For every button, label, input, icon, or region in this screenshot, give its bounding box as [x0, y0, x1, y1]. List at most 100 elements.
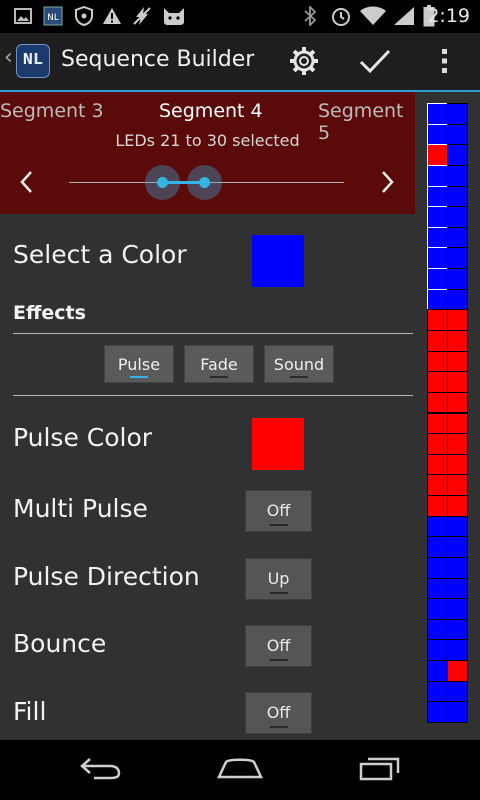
- up-navigation[interactable]: ‹ NL: [0, 33, 56, 90]
- recent-apps-button[interactable]: [352, 752, 408, 788]
- multi-pulse-label: Multi Pulse: [13, 494, 148, 523]
- led-cell: [447, 474, 468, 497]
- next-segment-button[interactable]: [372, 166, 404, 202]
- led-cell: [427, 164, 448, 187]
- led-cell: [427, 412, 448, 435]
- led-strip-preview: [427, 103, 468, 723]
- led-cell: [447, 433, 468, 455]
- range-slider-start-thumb[interactable]: [145, 165, 180, 200]
- led-cell: [427, 206, 448, 228]
- led-cell: [427, 639, 448, 662]
- led-cell: [447, 556, 468, 579]
- shield-icon: [73, 5, 95, 27]
- led-cell: [447, 391, 468, 414]
- led-cell: [427, 391, 448, 414]
- led-cell: [427, 453, 448, 476]
- led-cell: [447, 371, 468, 393]
- select-color-label: Select a Color: [13, 240, 187, 269]
- led-cell: [447, 123, 468, 146]
- gear-icon: [289, 46, 319, 80]
- pulse-direction-toggle[interactable]: Up: [245, 558, 312, 600]
- nl-app-icon: NL: [42, 5, 64, 27]
- divider: [13, 395, 413, 396]
- chevron-left-icon: [19, 170, 33, 198]
- segment-selector: Segment 3 Segment 4 Segment 5 LEDs 21 to…: [0, 92, 415, 214]
- led-cell: [427, 433, 448, 455]
- led-cell: [447, 639, 468, 662]
- cat-icon: [161, 5, 187, 27]
- led-cell: [447, 226, 468, 249]
- led-cell: [447, 288, 468, 311]
- pulse-color-swatch[interactable]: [252, 418, 304, 470]
- pulse-direction-label: Pulse Direction: [13, 562, 200, 591]
- fill-toggle[interactable]: Off: [245, 692, 312, 734]
- led-range-text: LEDs 21 to 30 selected: [115, 131, 300, 150]
- fill-label: Fill: [13, 697, 47, 726]
- effects-heading: Effects: [13, 302, 86, 324]
- alarm-icon: [329, 5, 353, 27]
- led-cell: [427, 660, 448, 682]
- image-icon: [12, 5, 34, 27]
- previous-segment-button[interactable]: [10, 166, 42, 202]
- led-cell: [427, 350, 448, 373]
- led-cell: [447, 329, 468, 352]
- app-logo: NL: [16, 44, 50, 78]
- chevron-right-icon: [381, 170, 395, 198]
- led-cell: [427, 288, 448, 311]
- home-icon: [216, 756, 264, 784]
- led-cell: [447, 536, 468, 558]
- led-cell: [427, 226, 448, 249]
- bluetooth-icon: [300, 5, 320, 27]
- svg-text:NL: NL: [47, 13, 59, 23]
- checkmark-icon: [359, 48, 391, 78]
- warning-icon: [101, 5, 123, 27]
- bounce-label: Bounce: [13, 629, 107, 658]
- range-slider-end-thumb[interactable]: [187, 165, 222, 200]
- effect-fade-button[interactable]: Fade: [184, 345, 254, 383]
- flash-off-icon: [131, 5, 153, 27]
- settings-button[interactable]: [284, 43, 324, 83]
- led-cell: [447, 598, 468, 620]
- led-cell: [447, 144, 468, 166]
- led-cell: [447, 577, 468, 600]
- effect-pulse-button[interactable]: Pulse: [104, 345, 174, 383]
- effect-sound-button[interactable]: Sound: [264, 345, 334, 383]
- led-cell: [447, 185, 468, 208]
- led-cell: [427, 247, 448, 270]
- signal-icon: [391, 5, 417, 27]
- led-cell: [427, 268, 448, 290]
- led-cell: [427, 103, 448, 125]
- led-cell: [427, 144, 448, 166]
- led-cell: [447, 495, 468, 517]
- bounce-toggle[interactable]: Off: [245, 625, 312, 667]
- led-cell: [427, 495, 448, 517]
- led-cell: [447, 515, 468, 538]
- segment-tab-previous[interactable]: Segment 3: [0, 100, 104, 122]
- led-cell: [427, 556, 448, 579]
- led-cell: [447, 206, 468, 228]
- status-clock: 2:19: [427, 5, 470, 27]
- navigation-bar: [0, 740, 480, 800]
- segment-tab-current[interactable]: Segment 4: [159, 100, 263, 122]
- led-cell: [427, 515, 448, 538]
- led-cell: [447, 164, 468, 187]
- back-icon: [78, 756, 122, 784]
- led-cell: [447, 309, 468, 331]
- led-cell: [447, 350, 468, 373]
- led-cell: [427, 680, 448, 703]
- led-cell: [427, 618, 448, 641]
- recent-apps-icon: [358, 755, 402, 785]
- led-cell: [447, 618, 468, 641]
- multi-pulse-toggle[interactable]: Off: [245, 490, 312, 532]
- led-cell: [427, 329, 448, 352]
- led-cell: [447, 701, 468, 723]
- selected-color-swatch[interactable]: [252, 235, 304, 287]
- back-button[interactable]: [72, 752, 128, 788]
- led-cell: [427, 474, 448, 497]
- home-button[interactable]: [212, 752, 268, 788]
- led-cell: [427, 371, 448, 393]
- led-cell: [427, 577, 448, 600]
- confirm-button[interactable]: [355, 43, 395, 83]
- led-cell: [447, 247, 468, 270]
- overflow-menu-button[interactable]: [430, 43, 460, 83]
